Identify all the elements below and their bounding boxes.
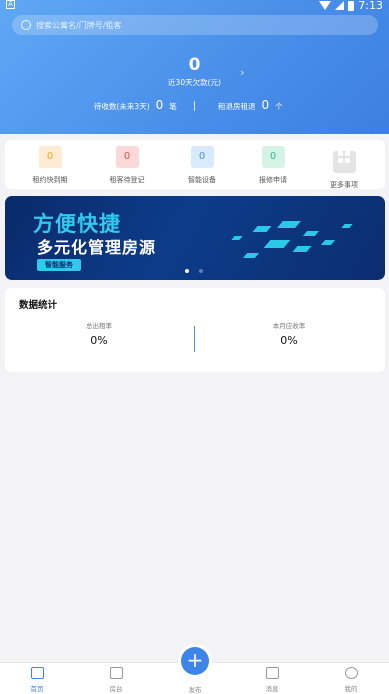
status-bar: A 7:13 [0, 0, 389, 12]
tab-home[interactable]: 首页 [17, 667, 57, 693]
publish-button[interactable]: + [181, 647, 209, 675]
expiring-label: 租退房租退 [218, 102, 256, 111]
search-placeholder: 搜索公寓名/门牌号/租客 [36, 20, 122, 30]
count-badge-icon: 0 [261, 146, 285, 168]
expiring-value: 0 [261, 98, 270, 112]
search-input[interactable]: 搜索公寓名/门牌号/租客 [12, 15, 378, 35]
tab-label: 消息 [265, 685, 279, 693]
pending-value: 0 [155, 98, 164, 112]
promo-banner[interactable]: 方便快捷 多元化管理房源 智能服务 [5, 196, 385, 280]
notification-icon: A [6, 0, 15, 9]
occupancy-rate: 总出租率 0% [39, 320, 159, 347]
banner-tag: 智能服务 [37, 259, 81, 271]
quick-item-label: 智能设备 [188, 176, 216, 184]
quick-item-label: 报修申请 [259, 176, 287, 184]
quick-item-label: 租约快到期 [32, 176, 68, 184]
count-badge-icon: 0 [190, 146, 214, 168]
signal-icon [335, 1, 345, 10]
pending-label: 待收数(未来3天) [94, 102, 150, 111]
arrears-value[interactable]: 0 [0, 55, 389, 75]
tab-messages[interactable]: 消息 [252, 667, 292, 693]
arrears-label: 近30天欠款(元) [168, 78, 221, 87]
receivable-value: 0% [280, 334, 298, 347]
search-icon [21, 20, 31, 30]
quick-item-label: 更多事项 [330, 181, 358, 189]
clock: 7:13 [358, 0, 383, 12]
grid-icon [332, 151, 356, 173]
quick-item-label: 租客待登记 [109, 176, 145, 184]
quick-item-smart-devices[interactable]: 0 智能设备 [172, 146, 232, 185]
message-icon [265, 667, 279, 679]
wifi-icon [319, 1, 332, 10]
quick-item-repair[interactable]: 0 报修申请 [243, 146, 303, 185]
header: A 7:13 搜索公寓名/门牌号/租客 0 近30天欠款(元) › 待收数(未来… [0, 0, 389, 134]
quick-item-more[interactable]: 更多事项 [314, 146, 374, 190]
status-icons: 7:13 [319, 0, 383, 12]
user-icon [344, 667, 358, 679]
home-icon [30, 667, 44, 679]
quick-menu: 0 租约快到期 0 租客待登记 0 智能设备 0 报修申请 更多事项 [5, 140, 385, 189]
receivable-rate: 本月应收率 0% [229, 320, 349, 347]
count-badge-icon: 0 [38, 146, 62, 168]
pending-unit: 笔 [169, 102, 177, 111]
building-icon [109, 667, 123, 679]
expiring-unit: 个 [275, 102, 283, 111]
data-stats-title: 数据统计 [19, 300, 58, 311]
tab-houses[interactable]: 房台 [96, 667, 136, 693]
pending-stat[interactable]: 待收数(未来3天) 0 笔 [94, 98, 177, 112]
publish-label: 发布 [188, 686, 202, 694]
battery-icon [348, 0, 355, 11]
occupancy-value: 0% [90, 334, 108, 347]
count-badge-icon: 0 [115, 146, 139, 168]
carousel-indicator[interactable] [185, 269, 203, 273]
receivable-label: 本月应收率 [272, 322, 306, 330]
tab-label: 首页 [30, 685, 44, 693]
quick-item-tenant-register[interactable]: 0 租客待登记 [97, 146, 157, 185]
tab-label: 房台 [109, 685, 123, 693]
banner-subtitle: 多元化管理房源 [37, 238, 157, 257]
tab-label: 我的 [344, 685, 358, 693]
stats-divider [194, 326, 195, 352]
occupancy-label: 总出租率 [86, 322, 112, 330]
carousel-dot[interactable] [199, 269, 203, 273]
expiring-stat[interactable]: 租退房租退 0 个 [218, 98, 283, 112]
data-stats-card: 数据统计 总出租率 0% 本月应收率 0% [5, 288, 385, 372]
quick-item-lease-expiring[interactable]: 0 租约快到期 [20, 146, 80, 185]
stat-divider [194, 101, 195, 111]
plus-icon: + [186, 648, 204, 672]
tab-mine[interactable]: 我的 [331, 667, 371, 693]
carousel-dot[interactable] [185, 269, 189, 273]
chevron-right-icon[interactable]: › [240, 66, 244, 79]
